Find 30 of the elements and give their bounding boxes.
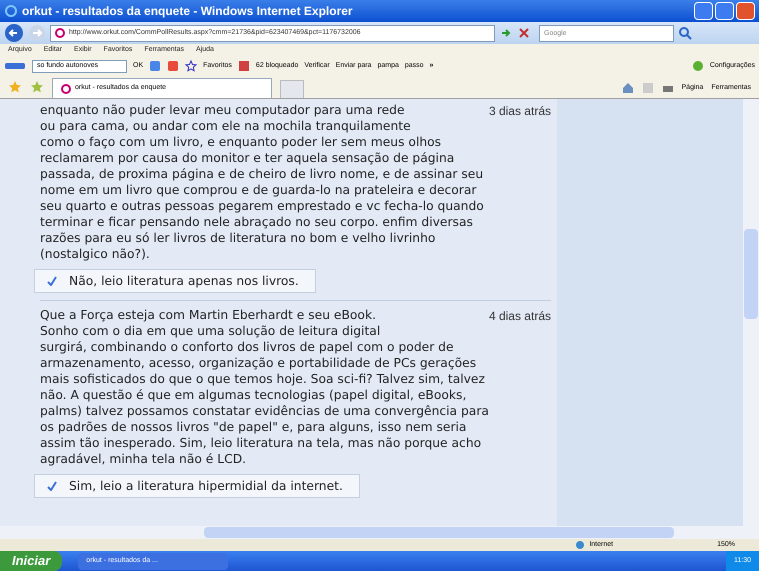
check-icon bbox=[47, 481, 57, 491]
new-tab-button[interactable] bbox=[280, 80, 304, 98]
vertical-scrollbar[interactable] bbox=[743, 99, 759, 526]
check-icon bbox=[47, 276, 57, 286]
post-time: 3 dias atrás bbox=[488, 103, 551, 120]
star-icon bbox=[185, 60, 198, 72]
home-icon bbox=[622, 82, 634, 94]
start-button[interactable]: Iniciar bbox=[0, 551, 62, 571]
close-button[interactable] bbox=[736, 2, 755, 20]
globe-icon bbox=[575, 540, 586, 550]
orkut-icon bbox=[55, 28, 65, 38]
stop-icon bbox=[517, 26, 531, 40]
minimize-button[interactable] bbox=[694, 2, 713, 20]
back-icon bbox=[4, 23, 24, 43]
scroll-thumb[interactable] bbox=[744, 229, 758, 319]
favorites-star-icon bbox=[8, 80, 22, 94]
maximize-button[interactable] bbox=[715, 2, 734, 20]
add-favorites-icon bbox=[30, 80, 44, 94]
orkut-icon bbox=[61, 84, 71, 94]
scroll-thumb[interactable] bbox=[204, 527, 674, 538]
window-title: orkut - resultados da enquete - Windows Internet Explorer bbox=[22, 3, 353, 20]
post-text: Que a Força esteja com Martin Eberhardt e seu eBook. Sonho com o dia em que uma solução de leitura digital surgirá, combinando o conforto dos livros de papel com o poder de armazenamento, acesso, organização e portabilidade de PCs gerações mais sofisticados do que o que temos hoje. Soa sci-fi? Talvez sim, talvez não. A questão é que em algumas tecnologias (papel digital, eBooks, palms) talvez possamos constatar evidências de uma convergência para os padrões de nossos livros "de papel" e, para alguns, isso nem seria assim tão inesperado. Sim, leio literatura na tela, mas não porque acho agradável, minha tela não é LCD. bbox=[40, 307, 489, 467]
post-time: 4 dias atrás bbox=[488, 308, 551, 325]
post-text: enquanto não puder levar meu computador para uma rede ou para cama, ou andar com ele na mochila tranquilamente como o faço com um livro, e enquanto poder ler sem meus olhos reclamarem por causa do monitor e ter aquela sensação de página passada, de proxima página e de cheiro de livro nome, e de assinar seu nome em um livro que comprou e de guarda-lo na prateleira e decorar seu quarto e outras pessoas pegarem emprestado e vc fecha-lo quando terminar e ficar pensando nele abraçado no seu corpo. enfim diversas razões para eu só ler livros de literatura no bom e velho livrinho (nostalgico não?). bbox=[40, 102, 484, 262]
forward-icon bbox=[28, 24, 46, 42]
horizontal-scrollbar[interactable] bbox=[0, 526, 759, 539]
search-icon bbox=[678, 26, 692, 40]
poll-answer: Sim, leio a literatura hipermidial da internet. bbox=[69, 478, 343, 495]
settings-icon bbox=[692, 60, 704, 72]
poll-answer: Não, leio literatura apenas nos livros. bbox=[69, 272, 299, 290]
